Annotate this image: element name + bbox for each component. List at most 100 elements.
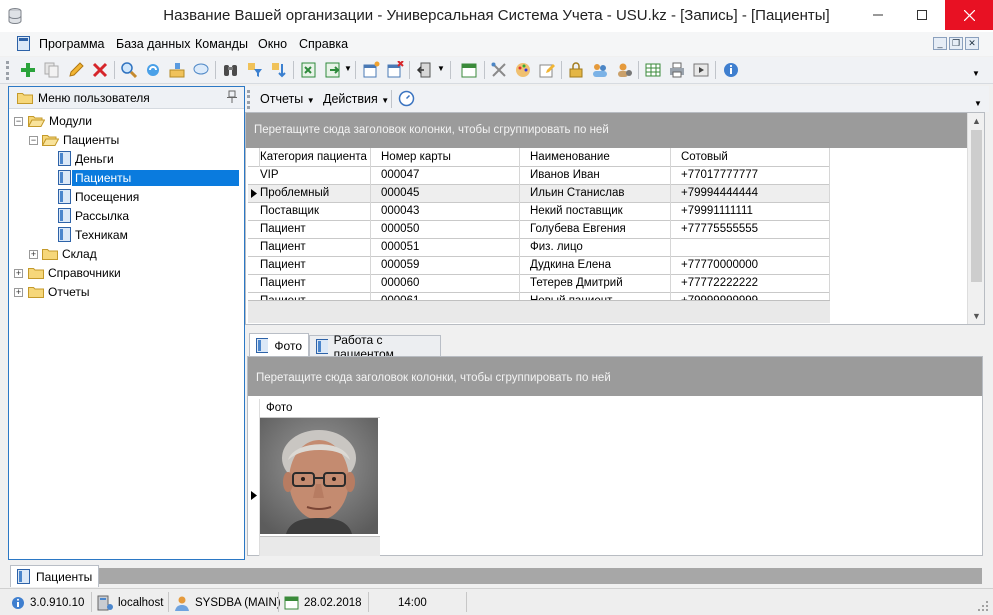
cell-category[interactable]: Поставщик xyxy=(250,203,371,221)
cell-card-number[interactable]: 000047 xyxy=(371,167,520,185)
toolbar-overflow-icon[interactable]: ▼ xyxy=(972,69,980,78)
document-tab-patients[interactable]: Пациенты xyxy=(10,565,100,587)
modules-collapse-icon[interactable]: − xyxy=(14,117,23,126)
tree-item-mailing[interactable]: Рассылка xyxy=(58,206,129,225)
menu-commands[interactable]: Команды xyxy=(195,37,248,51)
binoculars-icon[interactable] xyxy=(222,61,240,79)
lock-icon[interactable] xyxy=(567,61,585,79)
reports-expand-icon[interactable]: + xyxy=(14,288,23,297)
add-icon[interactable] xyxy=(19,61,37,79)
pin-icon[interactable] xyxy=(226,90,238,104)
cell-mobile[interactable]: +79994444444 xyxy=(671,185,830,203)
minimize-button[interactable] xyxy=(855,0,901,30)
cell-card-number[interactable]: 000050 xyxy=(371,221,520,239)
cell-name[interactable]: Голубева Евгения xyxy=(520,221,671,239)
mdi-minimize-button[interactable]: _ xyxy=(933,37,947,50)
cell-card-number[interactable]: 000060 xyxy=(371,275,520,293)
calendar-icon[interactable] xyxy=(460,61,478,79)
photo-group-by-panel[interactable]: Перетащите сюда заголовок колонки, чтобы… xyxy=(248,357,982,396)
cell-category[interactable]: Пациент xyxy=(250,257,371,275)
cell-name[interactable]: Ильин Станислав xyxy=(520,185,671,203)
table-row[interactable]: VIP 000047 Иванов Иван +77017777777 xyxy=(248,167,830,185)
group-by-panel[interactable]: Перетащите сюда заголовок колонки, чтобы… xyxy=(246,113,968,148)
menu-window[interactable]: Окно xyxy=(258,37,287,51)
user-settings-icon[interactable] xyxy=(615,61,633,79)
new-window-icon[interactable] xyxy=(362,61,380,79)
filter-icon[interactable] xyxy=(246,61,264,79)
cell-mobile[interactable]: +79991111111 xyxy=(671,203,830,221)
cell-name[interactable]: Дудкина Елена xyxy=(520,257,671,275)
table-row[interactable]: Пациент 000050 Голубева Евгения +7777555555… xyxy=(248,221,830,239)
info-icon[interactable] xyxy=(722,61,740,79)
comments-icon[interactable] xyxy=(192,61,210,79)
tree-item-reports[interactable]: Отчеты xyxy=(28,282,89,301)
tree-item-money[interactable]: Деньги xyxy=(58,149,114,168)
table-row[interactable]: Пациент 000059 Дудкина Елена +77770000000 xyxy=(248,257,830,275)
maximize-button[interactable] xyxy=(899,0,945,30)
column-header-name[interactable]: Наименование xyxy=(520,148,671,167)
scroll-up-icon[interactable]: ▲ xyxy=(972,116,981,126)
cell-mobile[interactable] xyxy=(671,239,830,257)
column-header-mobile[interactable]: Сотовый xyxy=(671,148,830,167)
hierarchy-icon[interactable] xyxy=(168,61,186,79)
column-header-category[interactable]: Категория пациента xyxy=(250,148,371,167)
palette-icon[interactable] xyxy=(514,61,532,79)
search-icon[interactable] xyxy=(120,61,138,79)
table-row[interactable]: Проблемный 000045 Ильин Станислав +79994444… xyxy=(248,185,830,203)
form-toolbar-overflow-icon[interactable]: ▼ xyxy=(974,99,982,108)
cell-category[interactable]: Проблемный xyxy=(250,185,371,203)
cell-card-number[interactable]: 000059 xyxy=(371,257,520,275)
cell-category[interactable]: Пациент xyxy=(250,239,371,257)
scroll-down-icon[interactable]: ▼ xyxy=(972,311,981,321)
references-expand-icon[interactable]: + xyxy=(14,269,23,278)
tree-item-patients-group[interactable]: Пациенты xyxy=(42,130,119,149)
table-row[interactable]: Пациент 000051 Физ. лицо xyxy=(248,239,830,257)
close-button[interactable] xyxy=(945,0,993,30)
cell-category[interactable]: Пациент xyxy=(250,275,371,293)
refresh-icon[interactable] xyxy=(144,61,162,79)
actions-menu-button[interactable]: Действия ▼ xyxy=(323,92,389,106)
timer-icon[interactable] xyxy=(398,90,415,107)
patient-photo[interactable] xyxy=(260,418,380,536)
copy-icon[interactable] xyxy=(43,61,61,79)
tree-item-warehouse[interactable]: Склад xyxy=(42,244,97,263)
cell-name[interactable]: Физ. лицо xyxy=(520,239,671,257)
tree-item-modules[interactable]: Модули xyxy=(28,111,92,130)
note-edit-icon[interactable] xyxy=(538,61,556,79)
tab-photo[interactable]: Фото xyxy=(249,333,309,357)
users-icon[interactable] xyxy=(591,61,609,79)
cell-mobile[interactable]: +77770000000 xyxy=(671,257,830,275)
sort-icon[interactable] xyxy=(270,61,288,79)
cell-name[interactable]: Некий поставщик xyxy=(520,203,671,221)
tab-patient-work[interactable]: Работа с пациентом xyxy=(309,333,441,361)
export-excel-icon[interactable] xyxy=(300,61,318,79)
vertical-scrollbar[interactable]: ▲ ▼ xyxy=(967,113,984,324)
menu-database[interactable]: База данных xyxy=(116,37,190,51)
column-header-card-number[interactable]: Номер карты xyxy=(371,148,520,167)
cell-name[interactable]: Иванов Иван xyxy=(520,167,671,185)
cell-card-number[interactable]: 000045 xyxy=(371,185,520,203)
cell-name[interactable]: Тетерев Дмитрий xyxy=(520,275,671,293)
warehouse-expand-icon[interactable]: + xyxy=(29,250,38,259)
play-icon[interactable] xyxy=(692,61,710,79)
mdi-close-button[interactable]: ✕ xyxy=(965,37,979,50)
table-row[interactable]: Пациент 000060 Тетерев Дмитрий +77772222222 xyxy=(248,275,830,293)
scroll-thumb[interactable] xyxy=(971,130,982,282)
tree-item-patients[interactable]: Пациенты xyxy=(58,168,239,187)
toolbar-grip[interactable] xyxy=(6,61,9,80)
cell-mobile[interactable]: +77772222222 xyxy=(671,275,830,293)
tree-item-technicians[interactable]: Техникам xyxy=(58,225,128,244)
tree-item-references[interactable]: Справочники xyxy=(28,263,121,282)
cell-mobile[interactable]: +77017777777 xyxy=(671,167,830,185)
export-dropdown-icon[interactable]: ▼ xyxy=(344,64,352,73)
resize-grip-icon[interactable] xyxy=(977,600,989,612)
cell-card-number[interactable]: 000043 xyxy=(371,203,520,221)
patients-group-collapse-icon[interactable]: − xyxy=(29,136,38,145)
tree-item-visits[interactable]: Посещения xyxy=(58,187,139,206)
reports-menu-button[interactable]: Отчеты ▼ xyxy=(260,92,315,106)
exit-dropdown-icon[interactable]: ▼ xyxy=(437,64,445,73)
cell-mobile[interactable]: +77775555555 xyxy=(671,221,830,239)
delete-icon[interactable] xyxy=(91,61,109,79)
column-header-photo[interactable]: Фото xyxy=(260,399,380,418)
close-window-icon[interactable] xyxy=(386,61,404,79)
